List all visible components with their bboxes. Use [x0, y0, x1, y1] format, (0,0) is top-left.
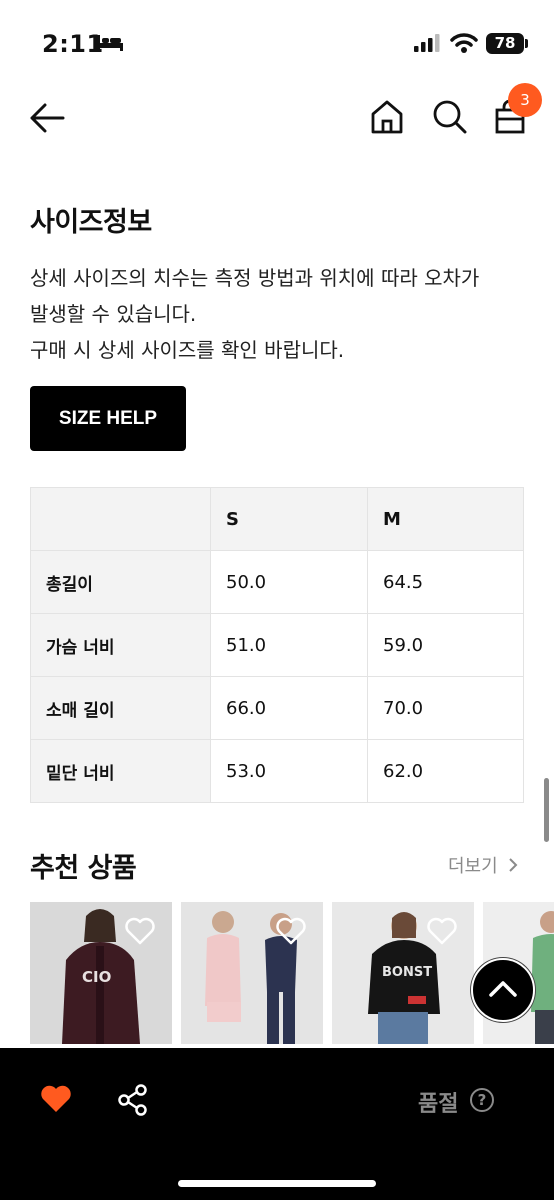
product-card[interactable]: BONST — [332, 902, 474, 1044]
battery-tip — [525, 39, 528, 48]
size-help-button[interactable]: SIZE HELP — [30, 386, 186, 451]
table-cell: 53.0 — [210, 739, 368, 803]
product-detail-page: 2:11 78 3 사이즈정보 상세 사이즈의 치수는 측정 방법과 위치에 따… — [0, 0, 554, 1200]
sold-out-label: 품절 — [418, 1092, 459, 1117]
row-label: 소매 길이 — [30, 676, 211, 740]
sleep-focus-icon — [97, 35, 123, 51]
bottom-action-bar — [0, 1048, 554, 1200]
product-card[interactable]: CIO — [30, 902, 172, 1044]
status-time: 2:11 — [42, 30, 104, 58]
wifi-icon — [450, 33, 478, 53]
home-icon[interactable] — [370, 99, 404, 135]
back-arrow-icon[interactable] — [28, 100, 66, 136]
wishlist-heart-icon[interactable] — [275, 917, 307, 945]
wishlist-heart-icon[interactable] — [426, 917, 458, 945]
table-cell: 51.0 — [210, 613, 368, 677]
row-label: 밑단 너비 — [30, 739, 211, 803]
cart-count-badge: 3 — [508, 83, 542, 117]
table-row: 가슴 너비 51.0 59.0 — [30, 613, 524, 677]
status-bar: 2:11 78 — [0, 0, 554, 88]
row-label: 총길이 — [30, 550, 211, 614]
cellular-signal-icon — [414, 34, 440, 52]
heart-filled-icon[interactable] — [40, 1084, 72, 1114]
search-icon[interactable] — [432, 99, 468, 135]
scroll-to-top-button[interactable] — [471, 958, 535, 1022]
table-row: 밑단 너비 53.0 62.0 — [30, 739, 524, 803]
row-label: 가슴 너비 — [30, 613, 211, 677]
table-header-cell: M — [367, 487, 524, 551]
table-row: 소매 길이 66.0 70.0 — [30, 676, 524, 740]
hoodie-print: CIO — [82, 968, 111, 986]
home-indicator — [178, 1180, 376, 1187]
recommended-title: 추천 상품 — [30, 853, 137, 884]
size-info-description: 상세 사이즈의 치수는 측정 방법과 위치에 따라 오차가 발생할 수 있습니다… — [30, 260, 530, 368]
description-line: 구매 시 상세 사이즈를 확인 바랍니다. — [30, 338, 345, 362]
help-question-icon[interactable]: ? — [470, 1088, 494, 1112]
page-scrollbar[interactable] — [544, 778, 549, 842]
table-cell: 66.0 — [210, 676, 368, 740]
wishlist-heart-icon[interactable] — [124, 917, 156, 945]
table-row: 총길이 50.0 64.5 — [30, 550, 524, 614]
chevron-up-icon — [489, 981, 517, 997]
table-cell: 59.0 — [367, 613, 524, 677]
size-table: S M 총길이 50.0 64.5 가슴 너비 51.0 59.0 소매 길이 … — [30, 487, 524, 803]
description-line: 발생할 수 있습니다. — [30, 302, 197, 326]
see-more-link[interactable]: 더보기 — [448, 852, 519, 878]
table-header-cell — [30, 487, 211, 551]
table-cell: 62.0 — [367, 739, 524, 803]
table-header-row: S M — [30, 487, 524, 551]
table-cell: 64.5 — [367, 550, 524, 614]
product-card[interactable] — [181, 902, 323, 1044]
table-header-cell: S — [210, 487, 368, 551]
share-icon[interactable] — [117, 1084, 149, 1116]
battery-indicator: 78 — [486, 33, 524, 54]
chevron-right-icon — [509, 858, 518, 872]
size-info-title: 사이즈정보 — [30, 207, 152, 238]
see-more-label: 더보기 — [448, 856, 498, 877]
table-cell: 50.0 — [210, 550, 368, 614]
description-line: 상세 사이즈의 치수는 측정 방법과 위치에 따라 오차가 — [30, 266, 480, 290]
hoodie-print: BONST — [382, 965, 432, 980]
table-cell: 70.0 — [367, 676, 524, 740]
